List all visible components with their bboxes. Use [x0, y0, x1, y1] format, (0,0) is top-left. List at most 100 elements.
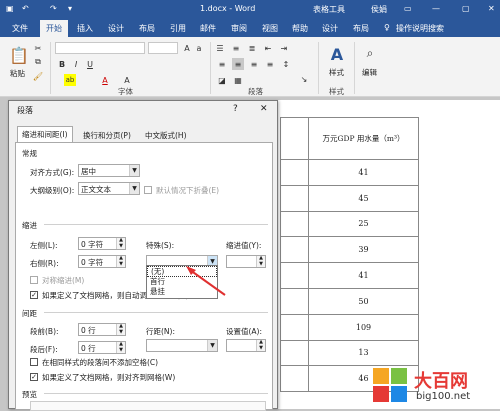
indent-by-input[interactable]: ▲ ▼	[226, 255, 266, 268]
dropdown-option-first-line[interactable]: 首行	[147, 277, 217, 288]
cut-icon[interactable]: ✂	[33, 43, 43, 53]
spinner-icon[interactable]: ▲ ▼	[116, 256, 125, 267]
spinner-icon[interactable]: ▲ ▼	[116, 324, 125, 335]
table-row: 万元GDP 用水量（m³）	[280, 117, 419, 160]
underline-button[interactable]: U	[86, 58, 94, 70]
paste-label[interactable]: 粘贴	[10, 68, 25, 79]
alignment-value: 居中	[81, 167, 96, 176]
paragraph-dialog-launcher-icon[interactable]: ↘	[300, 74, 308, 84]
table-header-cell[interactable]: 万元GDP 用水量（m³）	[308, 117, 419, 160]
align-left-icon[interactable]: ≡	[216, 58, 228, 70]
tab-home[interactable]: 开始	[40, 20, 68, 37]
font-size-combo[interactable]	[148, 42, 178, 54]
at-input[interactable]: ▲ ▼	[226, 339, 266, 352]
left-indent-input[interactable]: 0 字符 ▲ ▼	[78, 237, 126, 250]
tab-asian-typography[interactable]: 中文版式(H)	[141, 128, 191, 142]
increase-indent-icon[interactable]: ⇥	[278, 42, 290, 54]
spinner-icon[interactable]: ▲ ▼	[116, 238, 125, 249]
ribbon-display-icon[interactable]: ▭	[404, 4, 412, 13]
table-cell[interactable]: 41	[308, 262, 419, 289]
mirror-indents-checkbox[interactable]	[30, 276, 38, 284]
spacing-after-input[interactable]: 0 行 ▲ ▼	[78, 341, 126, 354]
borders-icon[interactable]: ▦	[232, 74, 244, 86]
close-dialog-button[interactable]: ✕	[260, 104, 268, 114]
tab-layout[interactable]: 布局	[139, 23, 155, 34]
table-cell[interactable]: 109	[308, 313, 419, 341]
tab-line-page-breaks[interactable]: 换行和分页(P)	[79, 128, 135, 142]
preview-box	[30, 401, 266, 411]
table-cell[interactable]: 50	[308, 287, 419, 315]
save-icon[interactable]: ▣	[6, 4, 14, 13]
justify-icon[interactable]: ≡	[264, 58, 276, 70]
maximize-icon[interactable]: ▢	[462, 4, 470, 13]
close-window-icon[interactable]: ✕	[488, 4, 495, 13]
paragraph-group-label: 段落	[248, 87, 263, 96]
line-spacing-select[interactable]: ▼	[146, 339, 218, 352]
snap-to-grid-checkbox[interactable]: ✓	[30, 373, 38, 381]
help-button[interactable]: ?	[233, 104, 238, 114]
redo-icon[interactable]: ↷	[50, 4, 57, 13]
highlight-icon[interactable]: ab	[64, 74, 76, 86]
tab-indents-spacing[interactable]: 缩进和间距(I)	[17, 126, 73, 143]
user-name[interactable]: 侯娟	[371, 4, 387, 15]
tab-review[interactable]: 审阅	[231, 23, 247, 34]
decrease-indent-icon[interactable]: ⇤	[262, 42, 274, 54]
no-space-same-style-checkbox[interactable]	[30, 358, 38, 366]
line-spacing-icon[interactable]: ↕	[280, 58, 292, 70]
shrink-font-icon[interactable]: a	[194, 42, 204, 54]
minimize-icon[interactable]: —	[432, 4, 440, 13]
numbering-icon[interactable]: ≡	[230, 42, 242, 54]
tab-file[interactable]: 文件	[12, 23, 28, 34]
tab-insert[interactable]: 插入	[77, 23, 93, 34]
editing-label[interactable]: 编辑	[362, 67, 377, 78]
alignment-select[interactable]: 居中 ▼	[78, 164, 140, 177]
outline-level-select[interactable]: 正文文本 ▼	[78, 182, 140, 195]
copy-icon[interactable]: ⧉	[33, 57, 43, 67]
tab-help[interactable]: 帮助	[292, 23, 308, 34]
collapsed-checkbox[interactable]	[144, 186, 152, 194]
tab-table-design[interactable]: 设计	[322, 23, 338, 34]
table-cell[interactable]: 13	[308, 339, 419, 367]
bullets-icon[interactable]: ☰	[214, 42, 226, 54]
search-icon[interactable]: ⌕	[362, 45, 378, 61]
table-cell[interactable]: 25	[308, 210, 419, 238]
font-name-combo[interactable]	[55, 42, 145, 54]
grow-font-icon[interactable]: A	[182, 42, 192, 54]
font-label-button[interactable]: A	[122, 74, 132, 86]
quick-access-icon[interactable]: ▾	[68, 4, 72, 13]
table-cell[interactable]: 45	[308, 184, 419, 212]
align-center-icon[interactable]: ≡	[232, 58, 244, 70]
align-right-icon[interactable]: ≡	[248, 58, 260, 70]
spinner-icon[interactable]: ▲ ▼	[256, 340, 265, 351]
spacing-before-input[interactable]: 0 行 ▲ ▼	[78, 323, 126, 336]
paste-icon[interactable]: 📋	[8, 43, 30, 67]
spinner-icon[interactable]: ▲ ▼	[116, 342, 125, 353]
bold-button[interactable]: B	[58, 58, 66, 70]
tab-references[interactable]: 引用	[170, 23, 186, 34]
tab-mailings[interactable]: 邮件	[200, 23, 216, 34]
spinner-icon[interactable]: ▲ ▼	[256, 256, 265, 267]
tab-table-layout[interactable]: 布局	[353, 23, 369, 34]
dropdown-option-none[interactable]: (无)	[147, 266, 217, 277]
tell-me-search[interactable]: 操作说明搜索	[396, 23, 444, 34]
document-table[interactable]: 万元GDP 用水量（m³） 41 45 25 39 41 50 109 13 4…	[280, 117, 419, 393]
table-cell[interactable]: 41	[308, 159, 419, 186]
table-row: 41	[280, 159, 419, 186]
styles-label[interactable]: 样式	[329, 67, 344, 78]
styles-icon[interactable]: A	[326, 43, 348, 65]
format-painter-icon[interactable]: 🖌	[33, 71, 43, 81]
right-indent-input[interactable]: 0 字符 ▲ ▼	[78, 255, 126, 268]
multilevel-list-icon[interactable]: ≣	[246, 42, 258, 54]
tab-design[interactable]: 设计	[108, 23, 124, 34]
dropdown-option-hanging[interactable]: 悬挂	[147, 287, 217, 298]
spacing-after-label: 段后(F):	[30, 345, 58, 354]
table-cell[interactable]: 39	[308, 236, 419, 264]
undo-icon[interactable]: ↶	[22, 4, 29, 13]
auto-adjust-indent-checkbox[interactable]: ✓	[30, 291, 38, 299]
tab-view[interactable]: 视图	[262, 23, 278, 34]
collapsed-label: 默认情况下折叠(E)	[156, 186, 220, 195]
shading-icon[interactable]: ◪	[216, 74, 228, 86]
font-group-label: 字体	[118, 87, 133, 96]
italic-button[interactable]: I	[72, 58, 80, 70]
font-color-button[interactable]: A	[100, 74, 110, 86]
